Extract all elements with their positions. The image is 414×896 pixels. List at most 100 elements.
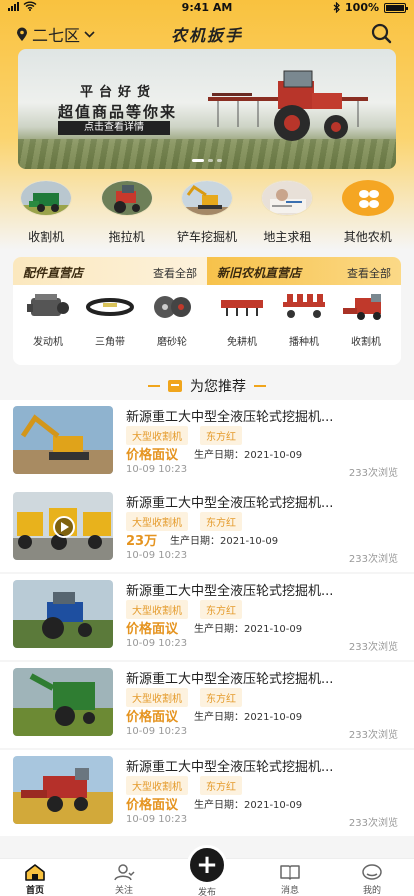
production-date-label: 生产日期： <box>194 712 244 723</box>
bottom-tab-bar: 首页 关注 + 发布 消息 我的 <box>0 845 414 896</box>
wifi-icon <box>23 1 37 11</box>
seeder-icon <box>275 285 333 329</box>
tab-label: 消息 <box>280 886 299 896</box>
list-item[interactable]: 新源重工大中型全液压轮式挖掘机... 大型收割机 东方红 价格面议 生产日期：2… <box>0 574 414 660</box>
tab-label: 关注 <box>114 886 133 896</box>
divider <box>148 385 160 387</box>
listing-time: 10-09 10:23 <box>126 464 188 475</box>
store-item-seeder[interactable]: 播种机 <box>275 285 333 348</box>
video-play-icon[interactable] <box>53 516 75 538</box>
store-item-label: 播种机 <box>289 337 319 348</box>
divider <box>254 385 266 387</box>
machines-store-items: 免耕机 播种机 收割机 <box>207 285 401 348</box>
listing-price: 价格面议 <box>126 622 179 637</box>
no-till-icon <box>213 285 271 329</box>
parts-store: 配件直营店 查看全部 发动机 三角带 磨砂轮 <box>13 257 207 365</box>
store-item-no-till[interactable]: 免耕机 <box>213 285 271 348</box>
signal-group <box>8 1 37 11</box>
category-label: 其他农机 <box>343 230 392 244</box>
category-label: 收割机 <box>28 230 65 244</box>
machines-store-title: 新旧农机直营店 <box>217 266 302 280</box>
status-bar: 9:41 AM 100% <box>0 0 414 16</box>
other-machines-icon <box>341 180 394 216</box>
machines-view-all-link[interactable]: 查看全部 <box>347 265 391 281</box>
list-item[interactable]: 新源重工大中型全液压轮式挖掘机... 大型收割机 东方红 价格面议 生产日期：2… <box>0 750 414 836</box>
location-selector[interactable]: 二七区 <box>16 22 95 46</box>
listing-title: 新源重工大中型全液压轮式挖掘机... <box>126 496 334 511</box>
tab-label: 首页 <box>25 886 44 896</box>
list-item[interactable]: 新源重工大中型全液压轮式挖掘机... 大型收割机 东方红 23万 生产日期：20… <box>0 486 414 572</box>
tag-badge: 大型收割机 <box>126 426 188 445</box>
listing-tags: 大型收割机 东方红 <box>126 600 242 619</box>
listing-title: 新源重工大中型全液压轮式挖掘机... <box>126 672 334 687</box>
category-landlord-rent[interactable]: 地主求租 <box>250 180 324 250</box>
profile-icon <box>362 864 382 880</box>
listing-thumbnail <box>13 492 113 560</box>
production-date-value: 2021-10-09 <box>244 450 303 461</box>
listing-price: 价格面议 <box>126 798 179 813</box>
tag-badge: 东方红 <box>200 776 242 795</box>
view-count: 233次浏览 <box>348 468 398 479</box>
list-item[interactable]: 新源重工大中型全液压轮式挖掘机... 大型收割机 东方红 价格面议 生产日期：2… <box>0 662 414 748</box>
tag-badge: 东方红 <box>200 426 242 445</box>
tab-follow[interactable]: 关注 <box>89 863 159 896</box>
listing-tags: 大型收割机 东方红 <box>126 688 242 707</box>
listing-price: 价格面议 <box>126 448 179 463</box>
tag-badge: 大型收割机 <box>126 600 188 619</box>
tag-badge: 大型收割机 <box>126 688 188 707</box>
view-count: 233次浏览 <box>348 642 398 653</box>
store-item-harvester[interactable]: 收割机 <box>337 285 395 348</box>
listing-time: 10-09 10:23 <box>126 638 188 649</box>
chevron-down-icon <box>84 30 95 38</box>
banner-tractor-image <box>208 70 368 141</box>
production-date-value: 2021-10-09 <box>244 712 303 723</box>
listing-price: 价格面议 <box>126 710 179 725</box>
category-excavator[interactable]: 铲车挖掘机 <box>170 180 244 250</box>
grinding-wheel-icon <box>143 285 201 329</box>
production-date-value: 2021-10-09 <box>244 624 303 635</box>
listing-time: 10-09 10:23 <box>126 550 188 561</box>
engine-icon <box>19 285 77 329</box>
tag-badge: 大型收割机 <box>126 776 188 795</box>
banner-detail-button[interactable]: 点击查看详情 <box>58 121 170 135</box>
listing-thumbnail <box>13 756 113 824</box>
tab-messages[interactable]: 消息 <box>255 863 325 896</box>
v-belt-icon <box>81 285 139 329</box>
tag-badge: 东方红 <box>200 600 242 619</box>
store-item-label: 三角带 <box>95 337 125 348</box>
parts-store-title: 配件直营店 <box>23 266 84 280</box>
machines-store-header: 新旧农机直营店 查看全部 <box>207 257 401 285</box>
store-item-grinding-wheel[interactable]: 磨砂轮 <box>143 285 201 348</box>
listing-title: 新源重工大中型全液压轮式挖掘机... <box>126 410 334 425</box>
search-icon[interactable] <box>370 22 392 44</box>
store-item-v-belt[interactable]: 三角带 <box>81 285 139 348</box>
parts-view-all-link[interactable]: 查看全部 <box>153 265 197 281</box>
listing-tags: 大型收割机 东方红 <box>126 512 242 531</box>
production-date-label: 生产日期： <box>170 536 220 547</box>
banner-headline: 平台好货 <box>80 85 157 100</box>
production-date: 生产日期：2021-10-09 <box>194 446 302 461</box>
list-item[interactable]: 新源重工大中型全液压轮式挖掘机... 大型收割机 东方红 价格面议 生产日期：2… <box>0 400 414 486</box>
listing-tags: 大型收割机 东方红 <box>126 426 242 445</box>
publish-button[interactable]: + <box>187 845 227 885</box>
category-tractor[interactable]: 拖拉机 <box>90 180 164 250</box>
home-icon <box>25 864 45 881</box>
view-count: 233次浏览 <box>348 818 398 829</box>
store-item-label: 免耕机 <box>227 337 257 348</box>
production-date-value: 2021-10-09 <box>220 536 279 547</box>
tab-home[interactable]: 首页 <box>0 863 70 896</box>
tab-label: 发布 <box>197 888 216 896</box>
store-panel: 配件直营店 查看全部 发动机 三角带 磨砂轮 新旧农机直营店 查看全部 免耕机 … <box>13 257 401 365</box>
tab-publish[interactable]: 发布 <box>172 883 242 896</box>
tractor-icon <box>100 180 153 216</box>
tab-profile[interactable]: 我的 <box>337 863 407 896</box>
listing-thumbnail <box>13 668 113 736</box>
category-other-machines[interactable]: 其他农机 <box>331 180 405 250</box>
banner-carousel[interactable]: 平台好货 超值商品等你来 点击查看详情 <box>18 49 396 169</box>
listing-tags: 大型收割机 东方红 <box>126 776 242 795</box>
store-item-engine[interactable]: 发动机 <box>19 285 77 348</box>
store-item-label: 发动机 <box>33 337 63 348</box>
machines-store: 新旧农机直营店 查看全部 免耕机 播种机 收割机 <box>207 257 401 365</box>
listing-thumbnail <box>13 580 113 648</box>
category-harvester[interactable]: 收割机 <box>9 180 83 250</box>
